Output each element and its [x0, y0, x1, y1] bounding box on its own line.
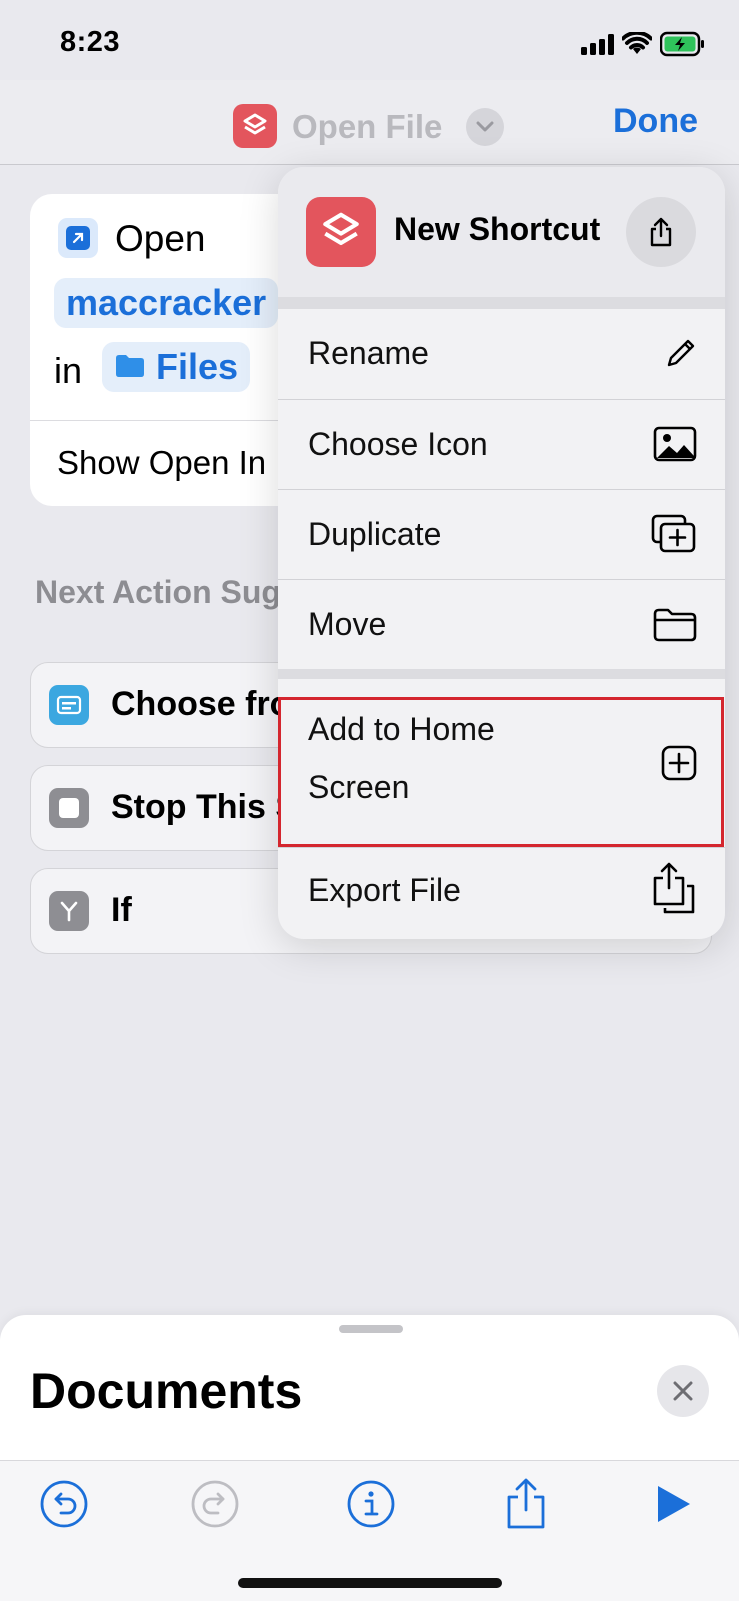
menu-header: New Shortcut [278, 167, 725, 297]
folder-icon [653, 608, 697, 647]
share-button[interactable] [626, 197, 696, 267]
suggestion-label: If [111, 891, 132, 929]
app-token-label: Files [156, 346, 239, 387]
share-icon [507, 1478, 545, 1529]
redo-icon [191, 1480, 239, 1528]
shortcut-title[interactable]: Open File [292, 108, 442, 146]
done-button[interactable]: Done [613, 102, 698, 141]
close-button[interactable] [657, 1365, 709, 1417]
highlight-box [278, 697, 724, 847]
branch-icon [49, 891, 89, 931]
redo-button[interactable] [187, 1476, 243, 1532]
shortcut-large-icon [306, 197, 376, 267]
play-icon [658, 1486, 690, 1522]
status-time: 8:23 [60, 26, 121, 58]
undo-button[interactable] [36, 1476, 92, 1532]
share-toolbar-button[interactable] [498, 1476, 554, 1532]
show-open-in-label: Show Open In [57, 444, 267, 481]
pencil-icon [663, 337, 697, 376]
sheet-title: Documents [30, 1363, 303, 1419]
wifi-icon [621, 30, 653, 61]
shortcut-app-icon [233, 104, 277, 148]
open-action-icon [58, 218, 98, 258]
info-icon [347, 1480, 395, 1528]
close-icon [673, 1381, 693, 1401]
app-token[interactable]: Files [102, 342, 251, 392]
menu-item-export-file[interactable]: Export File [278, 847, 725, 939]
run-button[interactable] [646, 1476, 702, 1532]
file-token[interactable]: maccracker [54, 278, 279, 328]
menu-list-icon [49, 685, 89, 725]
battery-charging-icon [659, 31, 706, 62]
shortcut-name: New Shortcut [394, 211, 601, 247]
menu-item-rename[interactable]: Rename [278, 309, 725, 399]
export-icon [651, 860, 697, 921]
cellular-signal-icon [581, 33, 617, 60]
duplicate-icon [651, 514, 697, 559]
undo-icon [40, 1480, 88, 1528]
menu-item-choose-icon[interactable]: Choose Icon [278, 399, 725, 490]
in-label: in [54, 350, 83, 391]
photo-icon [653, 426, 697, 467]
chevron-down-icon[interactable] [466, 108, 504, 146]
menu-item-duplicate[interactable]: Duplicate [278, 489, 725, 580]
action-verb: Open [115, 218, 206, 259]
stop-icon [49, 788, 89, 828]
home-indicator[interactable] [238, 1578, 502, 1588]
info-button[interactable] [343, 1476, 399, 1532]
sheet-grabber[interactable] [339, 1325, 403, 1333]
folder-icon [114, 346, 146, 388]
share-icon [650, 217, 672, 247]
menu-item-move[interactable]: Move [278, 579, 725, 670]
